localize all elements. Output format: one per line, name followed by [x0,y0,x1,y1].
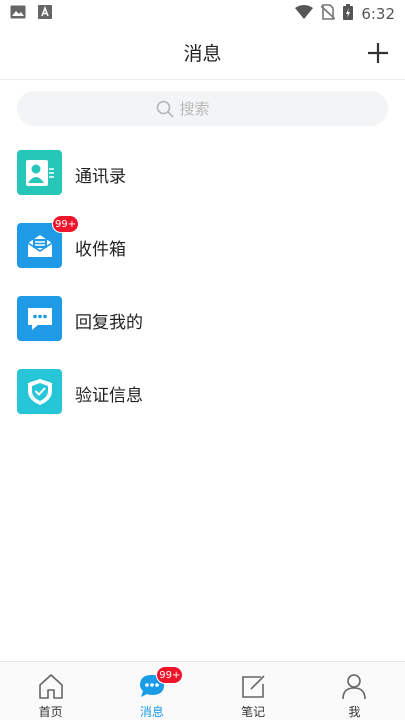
battery-charging-icon [343,4,354,24]
tab-notes[interactable]: 笔记 [203,662,304,720]
message-list: 通讯录 99+ 收件箱 回复我的 验证信息 [0,136,405,428]
list-item-label: 验证信息 [75,386,143,406]
status-right: 6:32 [295,4,395,24]
list-item-label: 回复我的 [75,313,143,333]
status-left [10,5,52,23]
profile-icon [339,671,369,700]
tab-label: 首页 [38,705,63,719]
home-icon [36,671,66,700]
plus-icon [368,43,388,63]
tab-messages[interactable]: 99+ 消息 [101,662,202,720]
wifi-icon [295,5,314,23]
list-item-inbox[interactable]: 99+ 收件箱 [0,209,405,282]
reply-icon [17,296,62,341]
messages-badge: 99+ [156,666,184,684]
inbox-badge: 99+ [52,215,80,233]
tab-label: 笔记 [241,705,266,719]
tab-home[interactable]: 首页 [0,662,101,720]
font-icon [38,5,52,23]
page-title: 消息 [183,43,222,65]
tab-label: 消息 [139,705,164,719]
search-icon [156,100,174,118]
search-input[interactable] [179,99,250,118]
tab-label: 我 [348,705,361,719]
list-item-verification[interactable]: 验证信息 [0,355,405,428]
list-item-label: 通讯录 [75,167,126,187]
status-bar: 6:32 [0,0,405,28]
shield-icon [17,369,62,414]
tab-profile[interactable]: 我 [304,662,405,720]
status-time: 6:32 [361,5,395,23]
tab-bar: 首页 99+ 消息 笔记 我 [0,661,405,720]
image-icon [10,5,26,23]
contacts-icon [17,150,62,195]
no-sim-icon [320,4,336,24]
list-item-contacts[interactable]: 通讯录 [0,136,405,209]
add-button[interactable] [365,40,391,66]
search-bar[interactable] [17,91,388,126]
note-icon [238,671,268,700]
list-item-label: 收件箱 [75,240,126,260]
header: 消息 [0,28,405,80]
list-item-replies[interactable]: 回复我的 [0,282,405,355]
